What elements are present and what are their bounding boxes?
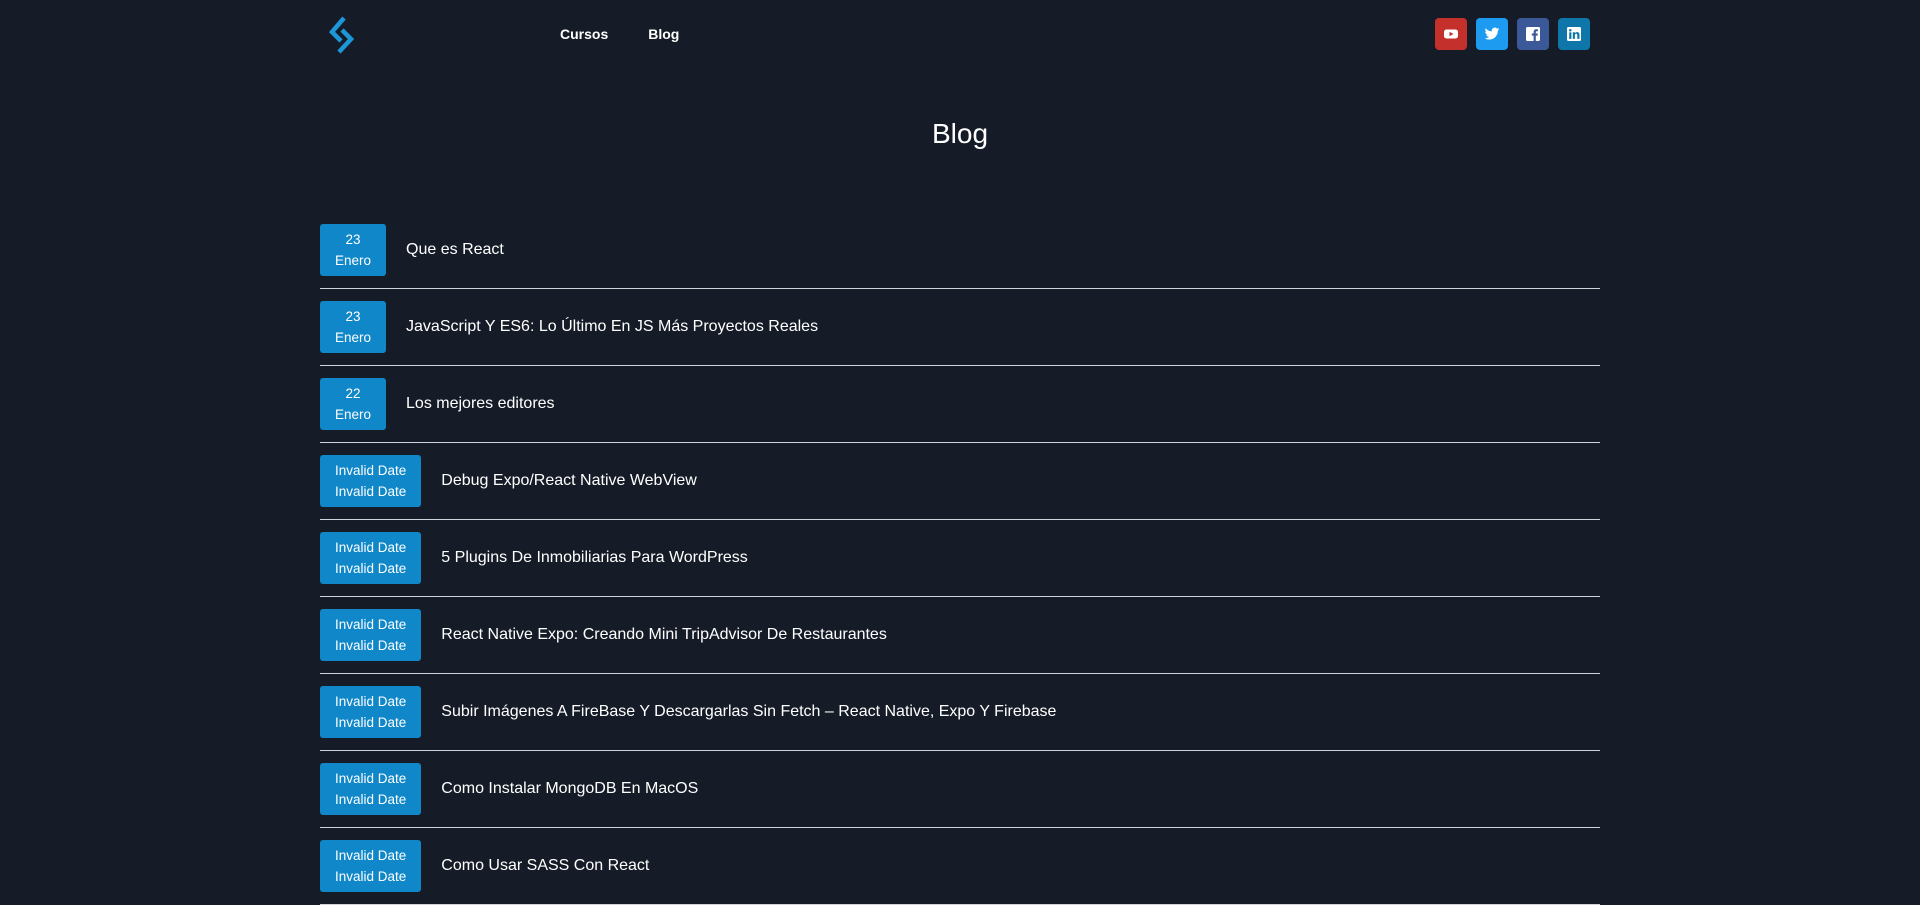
twitter-button[interactable] bbox=[1476, 18, 1508, 50]
nav-link-cursos[interactable]: Cursos bbox=[560, 25, 608, 43]
post-date-day: Invalid Date bbox=[335, 848, 407, 863]
post-title[interactable]: Debug Expo/React Native WebView bbox=[441, 472, 697, 490]
post-date-month: Enero bbox=[335, 330, 372, 345]
post-title[interactable]: React Native Expo: Creando Mini TripAdvi… bbox=[441, 626, 887, 644]
post-date-badge: Invalid Date Invalid Date bbox=[320, 840, 422, 892]
post-title[interactable]: Como Usar SASS Con React bbox=[441, 857, 649, 875]
page-title: Blog bbox=[931, 118, 989, 149]
post-title[interactable]: Como Instalar MongoDB En MacOS bbox=[441, 780, 698, 798]
post-item[interactable]: 23 Enero JavaScript Y ES6: Lo Último En … bbox=[320, 289, 1600, 366]
post-date-badge: 22 Enero bbox=[320, 378, 387, 430]
post-title[interactable]: 5 Plugins De Inmobiliarias Para WordPres… bbox=[441, 549, 748, 567]
post-item[interactable]: Invalid Date Invalid Date Como Usar SASS… bbox=[320, 828, 1600, 905]
facebook-button[interactable] bbox=[1517, 18, 1549, 50]
post-date-month: Invalid Date bbox=[335, 484, 407, 499]
post-date-day: Invalid Date bbox=[335, 771, 407, 786]
chevron-brackets-logo-icon bbox=[328, 16, 355, 54]
post-date-day: Invalid Date bbox=[335, 617, 407, 632]
post-item[interactable]: 22 Enero Los mejores editores bbox=[320, 366, 1600, 443]
post-date-badge: Invalid Date Invalid Date bbox=[320, 609, 422, 661]
social-links bbox=[1435, 18, 1590, 50]
post-date-month: Enero bbox=[335, 407, 372, 422]
post-title[interactable]: JavaScript Y ES6: Lo Último En JS Más Pr… bbox=[406, 318, 818, 336]
post-date-month: Invalid Date bbox=[335, 561, 407, 576]
post-date-badge: Invalid Date Invalid Date bbox=[320, 686, 422, 738]
post-title[interactable]: Los mejores editores bbox=[406, 395, 555, 413]
post-list: 23 Enero Que es React 23 Enero JavaScrip… bbox=[320, 212, 1600, 905]
youtube-icon bbox=[1444, 29, 1458, 39]
post-date-badge: Invalid Date Invalid Date bbox=[320, 455, 422, 507]
youtube-button[interactable] bbox=[1435, 18, 1467, 50]
post-date-month: Invalid Date bbox=[335, 715, 407, 730]
logo-link[interactable] bbox=[325, 15, 361, 55]
site-header: Cursos Blog bbox=[0, 0, 1920, 70]
post-title[interactable]: Que es React bbox=[406, 241, 504, 259]
post-date-day: 22 bbox=[345, 386, 361, 401]
linkedin-button[interactable] bbox=[1558, 18, 1590, 50]
post-date-badge: Invalid Date Invalid Date bbox=[320, 532, 422, 584]
post-date-day: Invalid Date bbox=[335, 694, 407, 709]
post-date-month: Invalid Date bbox=[335, 792, 407, 807]
post-date-month: Invalid Date bbox=[335, 869, 407, 884]
facebook-icon bbox=[1526, 27, 1540, 41]
post-date-badge: Invalid Date Invalid Date bbox=[320, 763, 422, 815]
post-date-day: Invalid Date bbox=[335, 463, 407, 478]
nav-link-blog[interactable]: Blog bbox=[648, 25, 679, 43]
post-title[interactable]: Subir Imágenes A FireBase Y Descargarlas… bbox=[441, 703, 1056, 721]
post-date-day: 23 bbox=[345, 232, 361, 247]
post-date-day: 23 bbox=[345, 309, 361, 324]
post-date-badge: 23 Enero bbox=[320, 301, 387, 353]
post-date-month: Enero bbox=[335, 253, 372, 268]
main-nav: Cursos Blog bbox=[560, 25, 679, 43]
post-item[interactable]: Invalid Date Invalid Date Subir Imágenes… bbox=[320, 674, 1600, 751]
post-item[interactable]: 23 Enero Que es React bbox=[320, 212, 1600, 289]
post-item[interactable]: Invalid Date Invalid Date Debug Expo/Rea… bbox=[320, 443, 1600, 520]
post-date-month: Invalid Date bbox=[335, 638, 407, 653]
post-date-day: Invalid Date bbox=[335, 540, 407, 555]
post-date-badge: 23 Enero bbox=[320, 224, 387, 276]
twitter-icon bbox=[1484, 27, 1500, 40]
post-item[interactable]: Invalid Date Invalid Date React Native E… bbox=[320, 597, 1600, 674]
post-item[interactable]: Invalid Date Invalid Date Como Instalar … bbox=[320, 751, 1600, 828]
post-item[interactable]: Invalid Date Invalid Date 5 Plugins De I… bbox=[320, 520, 1600, 597]
linkedin-icon bbox=[1567, 27, 1581, 41]
